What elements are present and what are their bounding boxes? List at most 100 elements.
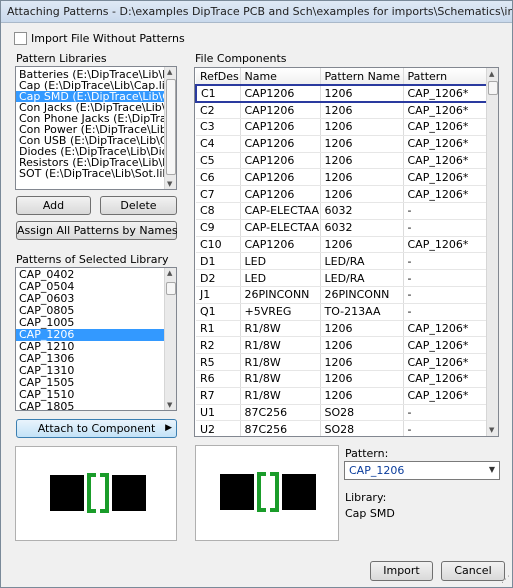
table-row[interactable]: J1 26PINCONN 26PINCONN - [196,286,488,304]
table-cell: 1206 [320,353,404,372]
table-cell: R1/8W [240,336,321,355]
table-cell: U1 [196,404,241,422]
table-cell: 6032 [320,202,404,220]
attach-to-component-button[interactable]: Attach to Component ▶ [16,419,177,438]
table-row[interactable]: R7 R1/8W 1206 CAP_1206* [196,387,488,405]
patterns-list[interactable]: CAP_0402 CAP_0504 CAP_0603 CAP_0805 CAP_1005… [15,267,177,411]
table-cell: LED/RA [320,269,404,288]
table-cell: C10 [196,236,241,254]
table-row[interactable]: D1 LED LED/RA - [196,252,488,271]
library-list-item[interactable]: SOT (E:\DipTrace\Lib\Sot.lib) [16,168,166,179]
table-row[interactable]: C9 CAP-ELECTAA 6032- [196,219,488,237]
scroll-up-icon[interactable]: ▲ [167,269,172,277]
table-row[interactable]: R1 R1/8W 1206 CAP_1206* [196,320,488,338]
table-row[interactable]: C3 CAP1206 1206 CAP_1206* [196,118,488,136]
pattern-list-item[interactable]: CAP_1805 [16,401,166,411]
table-cell: R7 [196,387,241,405]
pattern-libraries-list[interactable]: Batteries (E:\DipTrace\Lib\BattCap (E:\D… [15,66,177,190]
pattern-select[interactable]: CAP_1206 ▼ [344,461,500,480]
library-list-item[interactable]: Resistors (E:\DipTrace\Lib\Res. [16,157,166,168]
table-cell: CAP_1206* [403,168,488,187]
library-list-item[interactable]: Diodes (E:\DipTrace\Lib\Diodes [16,146,166,157]
table-cell: R6 [196,370,241,388]
chevron-down-icon[interactable]: ▼ [489,465,495,474]
library-list-item[interactable]: Con USB (E:\DipTrace\Lib\Con_ [16,135,166,146]
table-row[interactable]: C6 CAP1206 1206 CAP_1206* [196,168,488,187]
library-pattern-preview [15,446,177,541]
table-cell: - [403,303,488,321]
table-cell: CAP1206 [240,84,321,103]
table-row[interactable]: C7 CAP1206 1206 CAP_1206* [196,185,488,204]
pad-left [50,475,84,511]
silkscreen-outline [87,473,109,513]
table-cell: D1 [196,252,241,271]
table-cell: C1 [195,84,241,103]
import-without-patterns-label[interactable]: Import File Without Patterns [31,32,185,45]
table-cell: CAP_1206* [403,84,488,103]
components-scrollbar[interactable]: ▲ ▼ [486,68,498,436]
column-header[interactable]: RefDes [196,68,241,86]
table-cell: - [403,252,488,271]
library-list-item[interactable]: Con Phone Jacks (E:\DipTrace\L [16,113,166,124]
table-row[interactable]: R5 R1/8W 1206 CAP_1206* [196,353,488,372]
table-cell: Q1 [196,303,241,321]
import-button[interactable]: Import [370,561,433,581]
attaching-patterns-dialog: Attaching Patterns - D:\examples DipTrac… [0,0,513,588]
table-cell: 87C256 [240,420,321,436]
table-row[interactable]: C10 CAP1206 1206 CAP_1206* [196,236,488,254]
cancel-button[interactable]: Cancel [441,561,505,581]
library-list-item[interactable]: Cap SMD (E:\DipTrace\Lib\Cap [16,91,166,102]
table-cell: - [403,269,488,288]
assign-all-button[interactable]: Assign All Patterns by Names [16,221,178,240]
table-cell: CAP_1206* [403,101,488,120]
scroll-up-icon[interactable]: ▲ [167,68,172,76]
library-list-item[interactable]: Con Jacks (E:\DipTrace\Lib\Co [16,102,166,113]
scroll-up-icon[interactable]: ▲ [489,70,494,78]
scroll-thumb[interactable] [488,81,498,95]
scroll-thumb[interactable] [166,79,176,175]
column-header[interactable]: Name [240,68,321,86]
table-row[interactable]: C8 CAP-ELECTAA 6032- [196,202,488,220]
table-cell: CAP_1206* [403,353,488,372]
table-cell: - [403,286,488,304]
table-cell: R1/8W [240,320,321,338]
table-cell: C5 [196,152,241,170]
table-row[interactable]: C5 CAP1206 1206 CAP_1206* [196,152,488,170]
resize-grip-icon[interactable]: ⋰ [501,575,510,585]
table-cell: 1206 [320,236,404,254]
arrow-right-icon: ▶ [165,423,172,433]
import-without-patterns-checkbox[interactable] [14,32,27,45]
library-list-item[interactable]: Batteries (E:\DipTrace\Lib\Batt [16,69,166,80]
patterns-scrollbar[interactable]: ▲ ▼ [164,268,176,410]
table-cell: - [403,202,488,220]
table-cell: CAP_1206* [403,135,488,153]
pattern-libraries-scrollbar[interactable]: ▲ ▼ [164,67,176,189]
table-cell: 1206 [320,387,404,405]
table-row[interactable]: R6 R1/8W 1206 CAP_1206* [196,370,488,388]
column-header[interactable]: Pattern [403,68,488,86]
file-components-table[interactable]: RefDes Name Pattern Name Pattern C1 CAP1206 1… [194,67,499,437]
table-cell: 1206 [320,336,404,355]
delete-button[interactable]: Delete [100,196,177,215]
table-row[interactable]: C4 CAP1206 1206 CAP_1206* [196,135,488,153]
scroll-down-icon[interactable]: ▼ [167,401,172,409]
table-row[interactable]: R2 R1/8W 1206 CAP_1206* [196,336,488,355]
table-row[interactable]: Q1 +5VREG TO-213AA - [196,303,488,321]
scroll-down-icon[interactable]: ▼ [489,426,494,434]
column-header[interactable]: Pattern Name [320,68,404,86]
library-list-item[interactable]: Con Power (E:\DipTrace\Lib\Co [16,124,166,135]
table-row[interactable]: U2 87C256 SO28- [196,420,488,436]
table-row[interactable]: C2 CAP1206 1206 CAP_1206* [196,101,488,120]
scroll-thumb[interactable] [166,282,176,295]
table-cell: CAP_1206* [403,387,488,405]
table-row[interactable]: D2 LED LED/RA - [196,269,488,288]
table-cell: 26PINCONN [320,286,404,304]
table-row[interactable]: U1 87C256 SO28- [196,404,488,422]
patterns-of-library-title: Patterns of Selected Library [16,253,169,266]
table-cell: 1206 [320,320,404,338]
scroll-down-icon[interactable]: ▼ [167,180,172,188]
table-cell: R1/8W [240,387,321,405]
table-row[interactable]: C1 CAP1206 1206 CAP_1206* [195,84,488,103]
add-button[interactable]: Add [16,196,91,215]
library-list-item[interactable]: Cap (E:\DipTrace\Lib\Cap.lib) [16,80,166,91]
